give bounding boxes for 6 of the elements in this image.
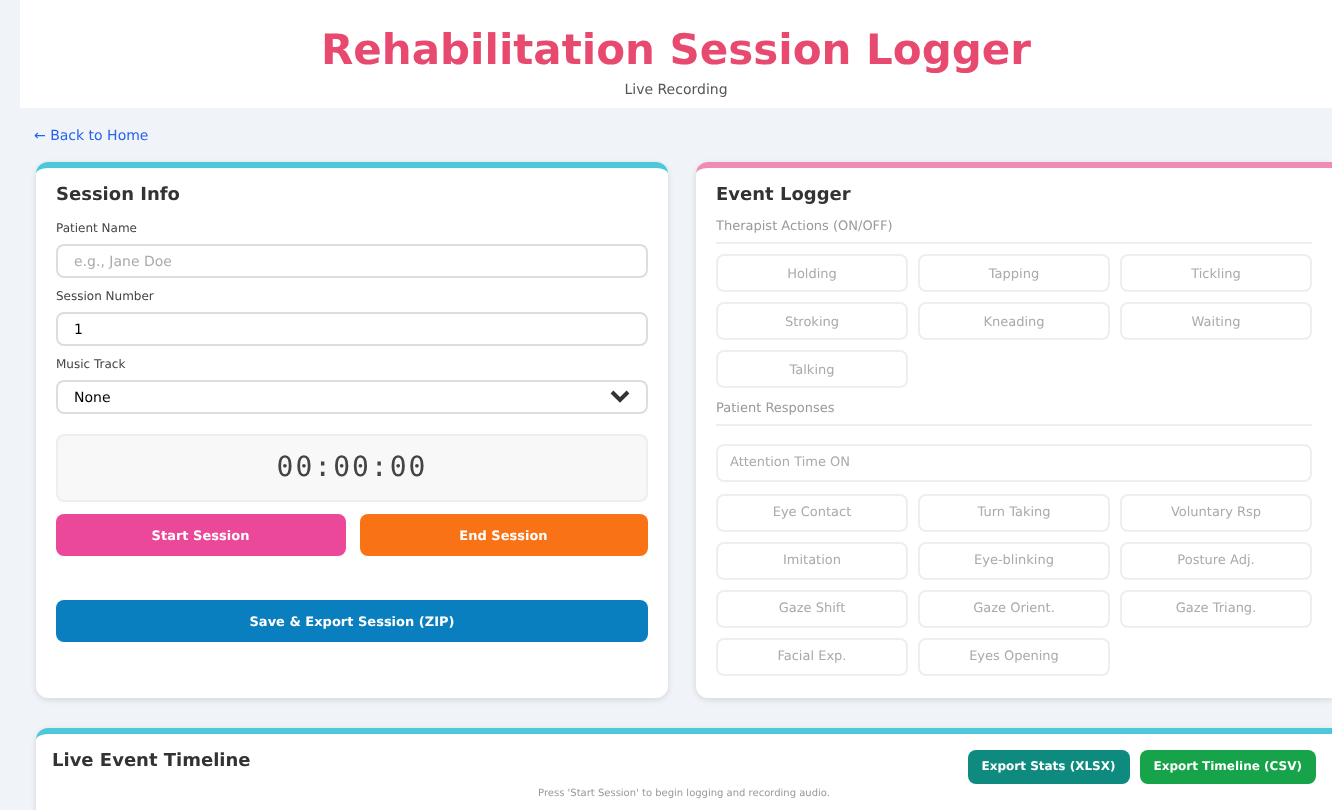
page-title: Rehabilitation Session Logger [320, 24, 1032, 76]
timer-display: 00:00:00 [56, 434, 648, 502]
card-title: Live Event Timeline [52, 751, 251, 771]
card-title: Event Logger [716, 186, 853, 206]
card-title: Session Info [56, 186, 182, 206]
chevron-down-icon [610, 390, 630, 404]
